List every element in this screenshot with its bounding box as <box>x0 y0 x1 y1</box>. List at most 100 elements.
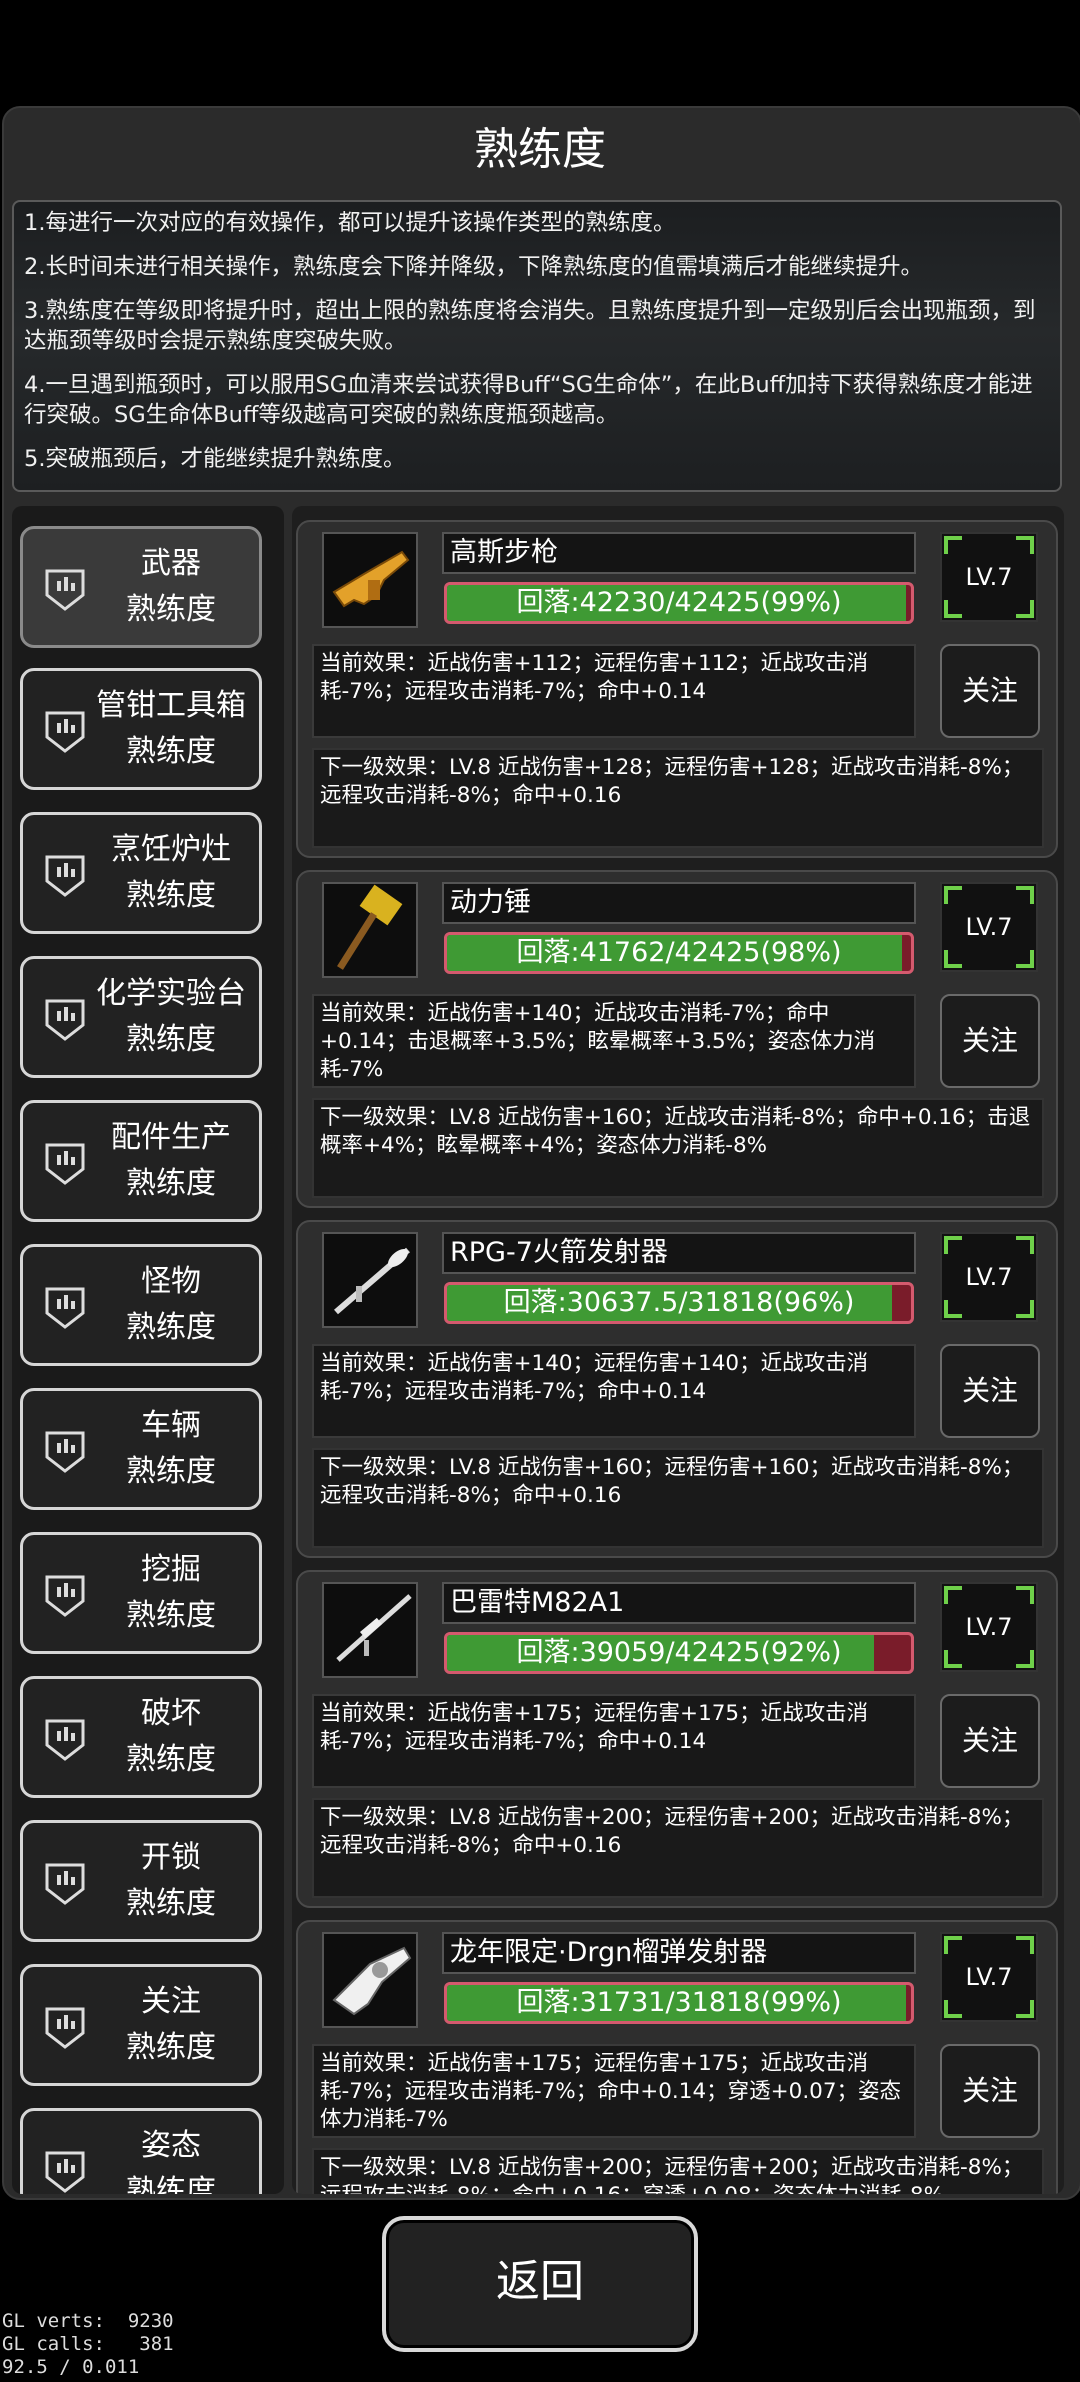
proficiency-text: 回落:39059/42425(92%) <box>516 1637 842 1668</box>
category-weapon[interactable]: 武器 熟练度 <box>20 526 262 648</box>
category-weapon-line1: 武器 <box>141 546 201 581</box>
category-toolbox[interactable]: 管钳工具箱 熟练度 <box>20 668 262 790</box>
category-destruction[interactable]: 破坏 熟练度 <box>20 1676 262 1798</box>
badge-icon <box>45 1575 85 1617</box>
follow-button[interactable]: 关注 <box>940 994 1040 1088</box>
category-cooking-line1: 烹饪炉灶 <box>111 832 231 867</box>
follow-button[interactable]: 关注 <box>940 1344 1040 1438</box>
level-text: LV.7 <box>965 563 1013 591</box>
badge-icon <box>45 1719 85 1761</box>
category-digging-line1: 挖掘 <box>141 1552 201 1587</box>
level-text: LV.7 <box>965 1613 1013 1641</box>
weapon-name: 高斯步枪 <box>442 532 916 574</box>
weapon-name: 巴雷特M82A1 <box>442 1582 916 1624</box>
gauss-rifle-icon <box>322 532 418 628</box>
rule-4: 4.一旦遇到瓶颈时，可以服用SG血清来尝试获得Buff“SG生命体”，在此Buf… <box>24 372 1033 428</box>
category-weapon-line2: 熟练度 <box>126 592 216 627</box>
category-sidebar[interactable]: 武器 熟练度 管钳工具箱 熟练度 烹饪炉灶 熟练度 化学实验台 熟练度 配件生产… <box>12 506 284 2194</box>
category-toolbox-line1: 管钳工具箱 <box>96 688 246 723</box>
level-badge: LV.7 <box>940 1582 1038 1672</box>
badge-icon <box>45 1143 85 1185</box>
rule-5: 5.突破瓶颈后，才能继续提升熟练度。 <box>24 446 406 472</box>
category-chemistry-line2: 熟练度 <box>126 1022 216 1057</box>
level-badge: LV.7 <box>940 1232 1038 1322</box>
page-title: 熟练度 <box>474 124 606 175</box>
next-level-effect: 下一级效果：LV.8 近战伤害+160；远程伤害+160；近战攻击消耗-8%；远… <box>312 1448 1044 1548</box>
category-digging[interactable]: 挖掘 熟练度 <box>20 1532 262 1654</box>
badge-icon <box>45 1287 85 1329</box>
power-hammer-icon <box>322 882 418 978</box>
level-text: LV.7 <box>965 913 1013 941</box>
current-effect: 当前效果：近战伤害+112；远程伤害+112；近战攻击消耗-7%；远程攻击消耗-… <box>312 644 916 738</box>
category-parts-line1: 配件生产 <box>111 1120 231 1155</box>
category-vehicle[interactable]: 车辆 熟练度 <box>20 1388 262 1510</box>
level-text: LV.7 <box>965 1263 1013 1291</box>
category-followed-line2: 熟练度 <box>126 2030 216 2065</box>
category-digging-line2: 熟练度 <box>126 1598 216 1633</box>
next-level-effect: 下一级效果：LV.8 近战伤害+128；远程伤害+128；近战攻击消耗-8%；远… <box>312 748 1044 848</box>
category-monster-line1: 怪物 <box>141 1264 201 1299</box>
category-destruction-line1: 破坏 <box>141 1696 201 1731</box>
grenade-launcher-icon <box>322 1932 418 2028</box>
category-vehicle-line2: 熟练度 <box>126 1454 216 1489</box>
category-lockpick[interactable]: 开锁 熟练度 <box>20 1820 262 1942</box>
debug-overlay: GL verts: 9230 GL calls: 381 92.5 / 0.011 <box>2 2310 174 2379</box>
category-cooking[interactable]: 烹饪炉灶 熟练度 <box>20 812 262 934</box>
follow-button[interactable]: 关注 <box>940 2044 1040 2138</box>
sniper-rifle-icon <box>322 1582 418 1678</box>
weapon-name: 龙年限定·Drgn榴弹发射器 <box>442 1932 916 1974</box>
follow-button[interactable]: 关注 <box>940 1694 1040 1788</box>
weapon-card: 高斯步枪 回落:42230/42425(99%) LV.7 当前效果：近战伤害+… <box>296 520 1058 858</box>
category-stance-line2: 熟练度 <box>126 2174 216 2194</box>
category-cooking-line2: 熟练度 <box>126 878 216 913</box>
weapon-name: RPG-7火箭发射器 <box>442 1232 916 1274</box>
category-toolbox-line2: 熟练度 <box>126 734 216 769</box>
badge-icon <box>45 569 85 611</box>
current-effect: 当前效果：近战伤害+140；远程伤害+140；近战攻击消耗-7%；远程攻击消耗-… <box>312 1344 916 1438</box>
proficiency-text: 回落:31731/31818(99%) <box>516 1987 842 2018</box>
proficiency-bar: 回落:31731/31818(99%) <box>444 1982 914 2024</box>
next-level-effect: 下一级效果：LV.8 近战伤害+200；远程伤害+200；近战攻击消耗-8%；远… <box>312 1798 1044 1898</box>
current-effect: 当前效果：近战伤害+175；远程伤害+175；近战攻击消耗-7%；远程攻击消耗-… <box>312 1694 916 1788</box>
weapon-proficiency-list[interactable]: 高斯步枪 回落:42230/42425(99%) LV.7 当前效果：近战伤害+… <box>292 506 1064 2194</box>
follow-button[interactable]: 关注 <box>940 644 1040 738</box>
badge-icon <box>45 999 85 1041</box>
category-stance-line1: 姿态 <box>141 2128 201 2163</box>
category-chemistry[interactable]: 化学实验台 熟练度 <box>20 956 262 1078</box>
proficiency-bar: 回落:41762/42425(98%) <box>444 932 914 974</box>
rule-1: 1.每进行一次对应的有效操作，都可以提升该操作类型的熟练度。 <box>24 210 676 236</box>
proficiency-text: 回落:30637.5/31818(96%) <box>503 1287 855 1318</box>
debug-line-1: GL verts: 9230 <box>2 2310 174 2332</box>
category-lockpick-line2: 熟练度 <box>126 1886 216 1921</box>
category-parts[interactable]: 配件生产 熟练度 <box>20 1100 262 1222</box>
badge-icon <box>45 1863 85 1905</box>
current-effect: 当前效果：近战伤害+140；近战攻击消耗-7%；命中+0.14；击退概率+3.5… <box>312 994 916 1088</box>
category-vehicle-line1: 车辆 <box>141 1408 201 1443</box>
category-followed-line1: 关注 <box>141 1984 201 2019</box>
proficiency-bar: 回落:42230/42425(99%) <box>444 582 914 624</box>
back-button[interactable]: 返回 <box>382 2216 698 2352</box>
category-stance[interactable]: 姿态 熟练度 <box>20 2108 262 2194</box>
weapon-card: 巴雷特M82A1 回落:39059/42425(92%) LV.7 当前效果：近… <box>296 1570 1058 1908</box>
debug-line-2: GL calls: 381 <box>2 2333 174 2355</box>
rules-box: 1.每进行一次对应的有效操作，都可以提升该操作类型的熟练度。 2.长时间未进行相… <box>12 200 1062 492</box>
level-badge: LV.7 <box>940 532 1038 622</box>
level-badge: LV.7 <box>940 882 1038 972</box>
rocket-launcher-icon <box>322 1232 418 1328</box>
category-lockpick-line1: 开锁 <box>141 1840 201 1875</box>
badge-icon <box>45 711 85 753</box>
proficiency-text: 回落:42230/42425(99%) <box>516 587 842 618</box>
category-parts-line2: 熟练度 <box>126 1166 216 1201</box>
badge-icon <box>45 855 85 897</box>
category-monster[interactable]: 怪物 熟练度 <box>20 1244 262 1366</box>
proficiency-text: 回落:41762/42425(98%) <box>516 937 842 968</box>
proficiency-bar: 回落:30637.5/31818(96%) <box>444 1282 914 1324</box>
category-followed[interactable]: 关注 熟练度 <box>20 1964 262 2086</box>
level-text: LV.7 <box>965 1963 1013 1991</box>
badge-icon <box>45 2007 85 2049</box>
weapon-card: 龙年限定·Drgn榴弹发射器 回落:31731/31818(99%) LV.7 … <box>296 1920 1058 2194</box>
rule-3: 3.熟练度在等级即将提升时，超出上限的熟练度将会消失。且熟练度提升到一定级别后会… <box>24 298 1036 354</box>
next-level-effect: 下一级效果：LV.8 近战伤害+200；远程伤害+200；近战攻击消耗-8%；远… <box>312 2148 1044 2194</box>
rule-2: 2.长时间未进行相关操作，熟练度会下降并降级，下降熟练度的值需填满后才能继续提升… <box>24 254 923 280</box>
weapon-card: 动力锤 回落:41762/42425(98%) LV.7 当前效果：近战伤害+1… <box>296 870 1058 1208</box>
